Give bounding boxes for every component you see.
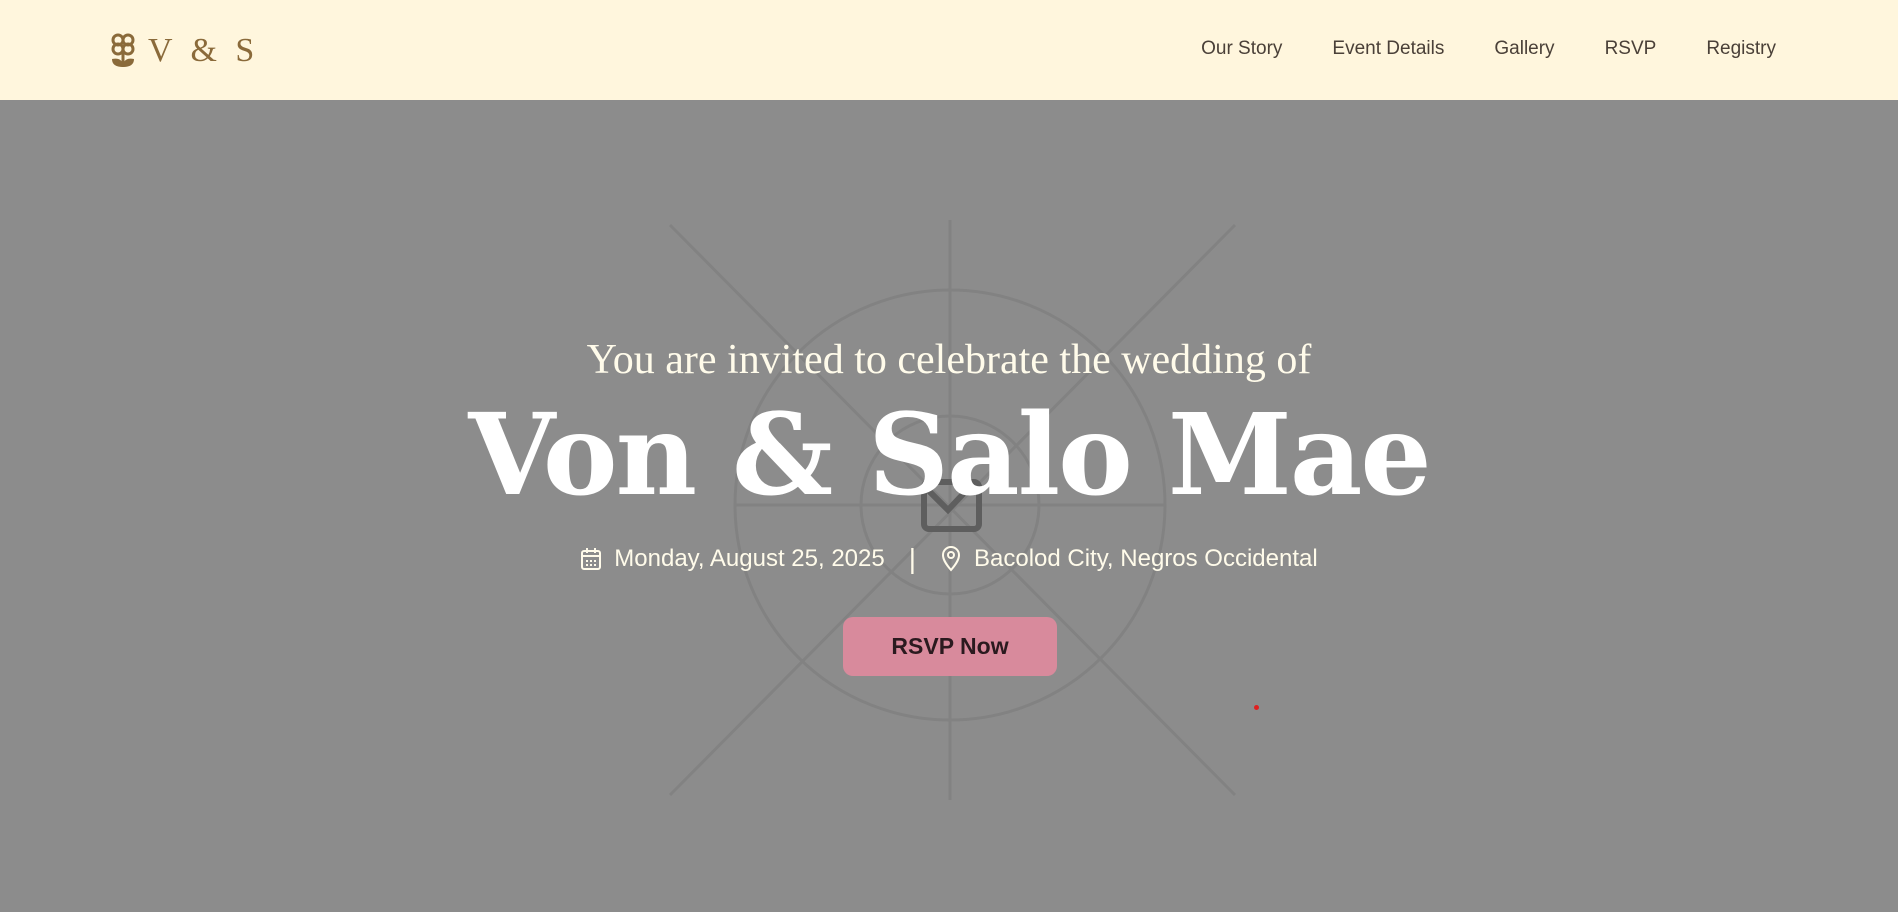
- event-date: Monday, August 25, 2025: [614, 545, 885, 572]
- hero-section: You are invited to celebrate the wedding…: [0, 100, 1898, 912]
- event-details: Monday, August 25, 2025 | Bacolod City, …: [0, 543, 1898, 575]
- hero-subtitle: You are invited to celebrate the wedding…: [586, 337, 1312, 383]
- nav-gallery[interactable]: Gallery: [1494, 38, 1554, 60]
- nav-rsvp[interactable]: RSVP: [1605, 38, 1657, 60]
- calendar-icon: [581, 548, 602, 570]
- site-header: V & S Our Story Event Details Gallery RS…: [0, 0, 1898, 100]
- event-location: Bacolod City, Negros Occidental: [973, 545, 1318, 572]
- nav-registry[interactable]: Registry: [1706, 38, 1776, 60]
- location-pin-icon: [941, 546, 960, 572]
- logo-text: V & S: [148, 32, 260, 69]
- main-nav: Our Story Event Details Gallery RSVP Reg…: [1201, 38, 1776, 60]
- separator: |: [908, 543, 916, 574]
- rsvp-now-button[interactable]: RSVP Now: [843, 617, 1057, 676]
- logo[interactable]: V & S: [110, 32, 259, 70]
- couple-names: Von & Salo Mae: [468, 390, 1431, 521]
- flower-icon: [111, 33, 135, 67]
- cursor-dot: [1254, 705, 1259, 710]
- nav-event-details[interactable]: Event Details: [1332, 38, 1444, 60]
- nav-our-story[interactable]: Our Story: [1201, 38, 1282, 60]
